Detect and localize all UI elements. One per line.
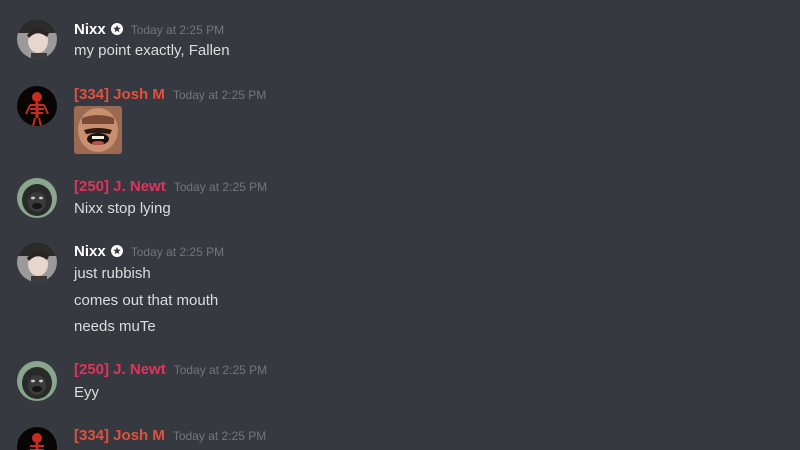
timestamp[interactable]: Today at 2:25 PM xyxy=(174,180,267,194)
message-header: Nixx Today at 2:25 PM xyxy=(74,21,224,41)
username[interactable]: [250] J. Newt xyxy=(74,361,166,378)
avatar-josh[interactable] xyxy=(17,427,57,450)
star-badge-icon xyxy=(110,23,123,35)
timestamp[interactable]: Today at 2:25 PM xyxy=(131,23,224,37)
username[interactable]: Nixx xyxy=(74,21,106,38)
username[interactable]: Nixx xyxy=(74,243,106,260)
username[interactable]: [334] Josh M xyxy=(74,86,165,103)
message-text: my point exactly, Fallen xyxy=(74,42,230,59)
avatar-nixx[interactable] xyxy=(17,242,57,282)
timestamp[interactable]: Today at 2:25 PM xyxy=(173,429,266,443)
laughing-face-image[interactable] xyxy=(74,106,122,154)
timestamp[interactable]: Today at 2:25 PM xyxy=(174,363,267,377)
username[interactable]: [250] J. Newt xyxy=(74,178,166,195)
chat-message-list: Nixx Today at 2:25 PM my point exactly, F… xyxy=(0,0,800,450)
timestamp[interactable]: Today at 2:25 PM xyxy=(131,245,224,259)
username[interactable]: [334] Josh M xyxy=(74,427,165,444)
message-header: [334] Josh M Today at 2:25 PM xyxy=(74,427,266,447)
message-text: Nixx stop lying xyxy=(74,200,171,217)
message-text: Eyy xyxy=(74,384,100,401)
message-text: just rubbish xyxy=(74,265,151,282)
message-header: [334] Josh M Today at 2:25 PM xyxy=(74,86,266,106)
avatar-newt[interactable] xyxy=(17,361,57,401)
message-header: [250] J. Newt Today at 2:25 PM xyxy=(74,178,267,198)
message-text: needs muTe xyxy=(74,318,156,335)
message-header: [250] J. Newt Today at 2:25 PM xyxy=(74,361,267,381)
timestamp[interactable]: Today at 2:25 PM xyxy=(173,88,266,102)
star-badge-icon xyxy=(110,245,123,257)
avatar-josh[interactable] xyxy=(17,86,57,126)
avatar-nixx[interactable] xyxy=(17,19,57,59)
message-header: Nixx Today at 2:25 PM xyxy=(74,243,224,263)
message-text: comes out that mouth xyxy=(74,292,219,309)
avatar-newt[interactable] xyxy=(17,178,57,218)
